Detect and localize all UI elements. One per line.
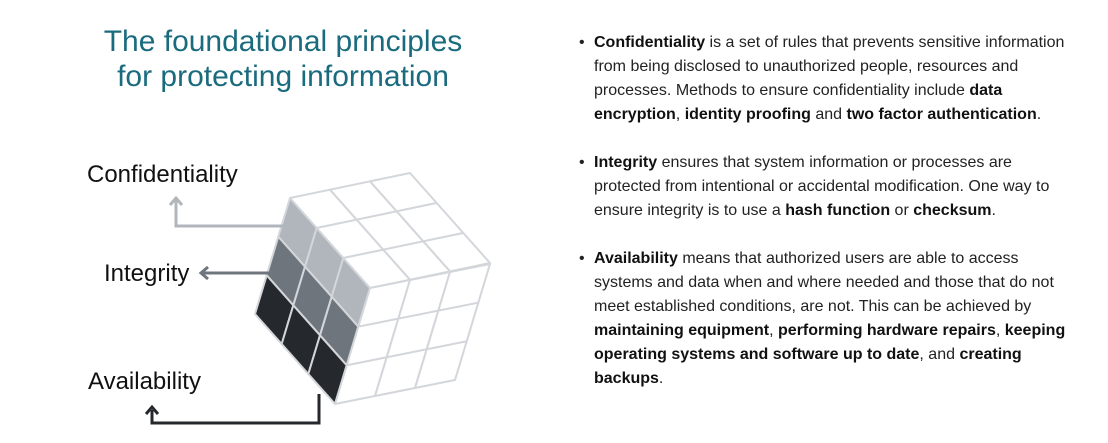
bold-term: identity proofing xyxy=(684,106,811,123)
bold-term: Availability xyxy=(594,250,678,267)
availability-bullet: Availability means that authorized users… xyxy=(578,247,1078,391)
availability-label: Availability xyxy=(88,368,201,395)
confidentiality-bullet: Confidentiality is a set of rules that p… xyxy=(578,31,1078,127)
confidentiality-label: Confidentiality xyxy=(87,161,238,188)
bold-term: maintaining equipment xyxy=(594,322,770,339)
integrity-bullet: Integrity ensures that system informatio… xyxy=(578,151,1078,223)
integrity-label: Integrity xyxy=(104,260,189,287)
bold-term: Confidentiality xyxy=(594,34,706,51)
text-run: . xyxy=(1036,106,1042,123)
bold-term: performing hardware repairs xyxy=(778,322,996,339)
text-run: or xyxy=(890,202,914,219)
text-run: . xyxy=(991,202,996,219)
principles-list: Confidentiality is a set of rules that p… xyxy=(578,31,1078,415)
text-run: and xyxy=(810,106,847,123)
bold-term: checksum xyxy=(913,202,992,219)
bold-term: Integrity xyxy=(594,154,658,171)
availability-connector xyxy=(144,394,321,425)
cia-cube-diagram: Confidentiality Integrity Availability xyxy=(87,161,491,425)
bold-term: hash function xyxy=(785,202,891,219)
text-run: , xyxy=(995,322,1005,339)
integrity-connector xyxy=(198,265,272,281)
text-run: , xyxy=(675,106,685,123)
text-run: . xyxy=(658,370,664,387)
confidentiality-connector xyxy=(168,195,290,228)
text-run: , xyxy=(769,322,779,339)
bold-term: two factor authentication xyxy=(846,106,1037,123)
text-run: , and xyxy=(919,346,960,363)
